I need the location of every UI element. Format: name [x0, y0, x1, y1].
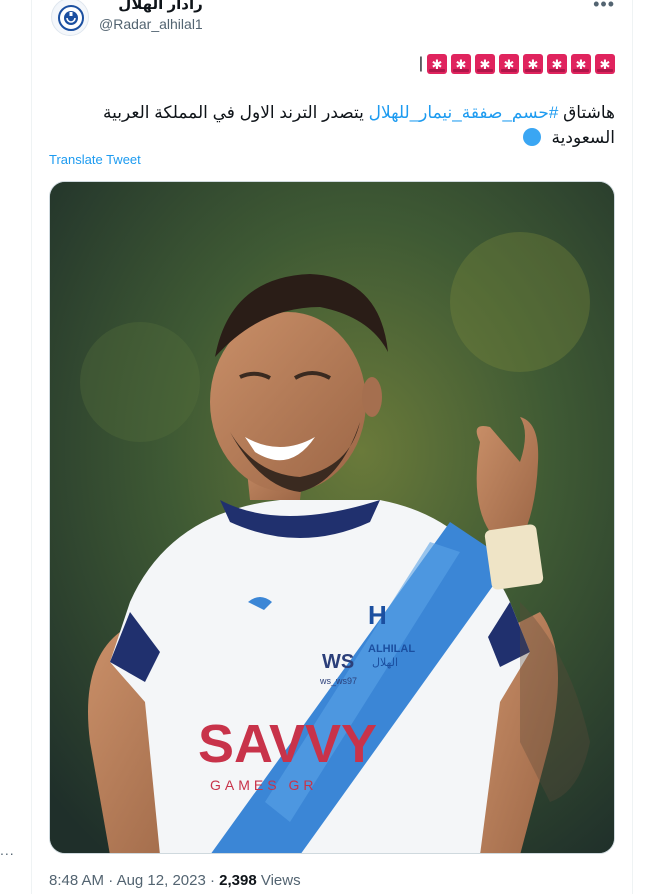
police-siren-icon: ✱ [427, 54, 447, 74]
more-dots-icon[interactable]: ... [0, 842, 15, 858]
author-avatar[interactable] [51, 0, 89, 36]
player-photo: SAVVY GAMES GR H ALHILAL الهلال WS ws_ws… [50, 182, 614, 853]
views-label: Views [256, 872, 301, 889]
police-siren-icon: ✱ [523, 54, 543, 74]
tweet-text-prefix: هاشتاق [558, 103, 615, 122]
siren-emoji-row: ✱ ✱ ✱ ✱ ✱ ✱ ✱ ✱ | [415, 54, 615, 74]
right-sidebar-edge [632, 0, 656, 894]
sponsor-text: SAVVY [198, 714, 377, 774]
tweet-text: هاشتاق #حسم_صفقة_نيمار_للهلال يتصدر التر… [95, 100, 615, 150]
hilal-crest-icon [53, 0, 88, 35]
more-options-button[interactable]: ••• [593, 0, 615, 15]
police-siren-icon: ✱ [571, 54, 591, 74]
police-siren-icon: ✱ [451, 54, 471, 74]
tweet-metadata: 8:48 AM · Aug 12, 2023 · 2,398 Views [49, 872, 301, 889]
meta-separator: · [205, 872, 220, 889]
views-count[interactable]: 2,398 [219, 872, 257, 889]
club-arabic-text: الهلال [372, 656, 398, 669]
translate-tweet-link[interactable]: Translate Tweet [49, 152, 141, 167]
author-display-name[interactable]: رادار الهلال [99, 0, 203, 14]
police-siren-icon: ✱ [499, 54, 519, 74]
author-info[interactable]: رادار الهلال @Radar_alhilal1 [99, 0, 203, 33]
police-siren-icon: ✱ [595, 54, 615, 74]
ws-logo-text: WS [322, 651, 354, 673]
sponsor-subtext: GAMES GR [210, 777, 317, 793]
meta-separator: · [104, 872, 117, 889]
police-siren-icon: ✱ [475, 54, 495, 74]
club-logo-mark: H [368, 600, 387, 630]
left-sidebar-edge: ... [0, 0, 32, 894]
club-name-text: ALHILAL [368, 643, 415, 655]
tweet-photo[interactable]: SAVVY GAMES GR H ALHILAL الهلال WS ws_ws… [49, 181, 615, 854]
ws-handle-text: ws_ws97 [319, 676, 357, 686]
tweet-article: رادار الهلال @Radar_alhilal1 ••• ✱ ✱ ✱ ✱… [33, 0, 631, 894]
tweet-header: رادار الهلال @Radar_alhilal1 ••• [33, 0, 631, 44]
blue-circle-icon [522, 128, 541, 146]
tweet-date[interactable]: Aug 12, 2023 [117, 872, 206, 889]
hashtag-link[interactable]: #حسم_صفقة_نيمار_للهلال [369, 103, 559, 122]
text-mark: | [418, 55, 423, 72]
tweet-time[interactable]: 8:48 AM [49, 872, 104, 889]
author-handle[interactable]: @Radar_alhilal1 [99, 15, 203, 33]
police-siren-icon: ✱ [547, 54, 567, 74]
